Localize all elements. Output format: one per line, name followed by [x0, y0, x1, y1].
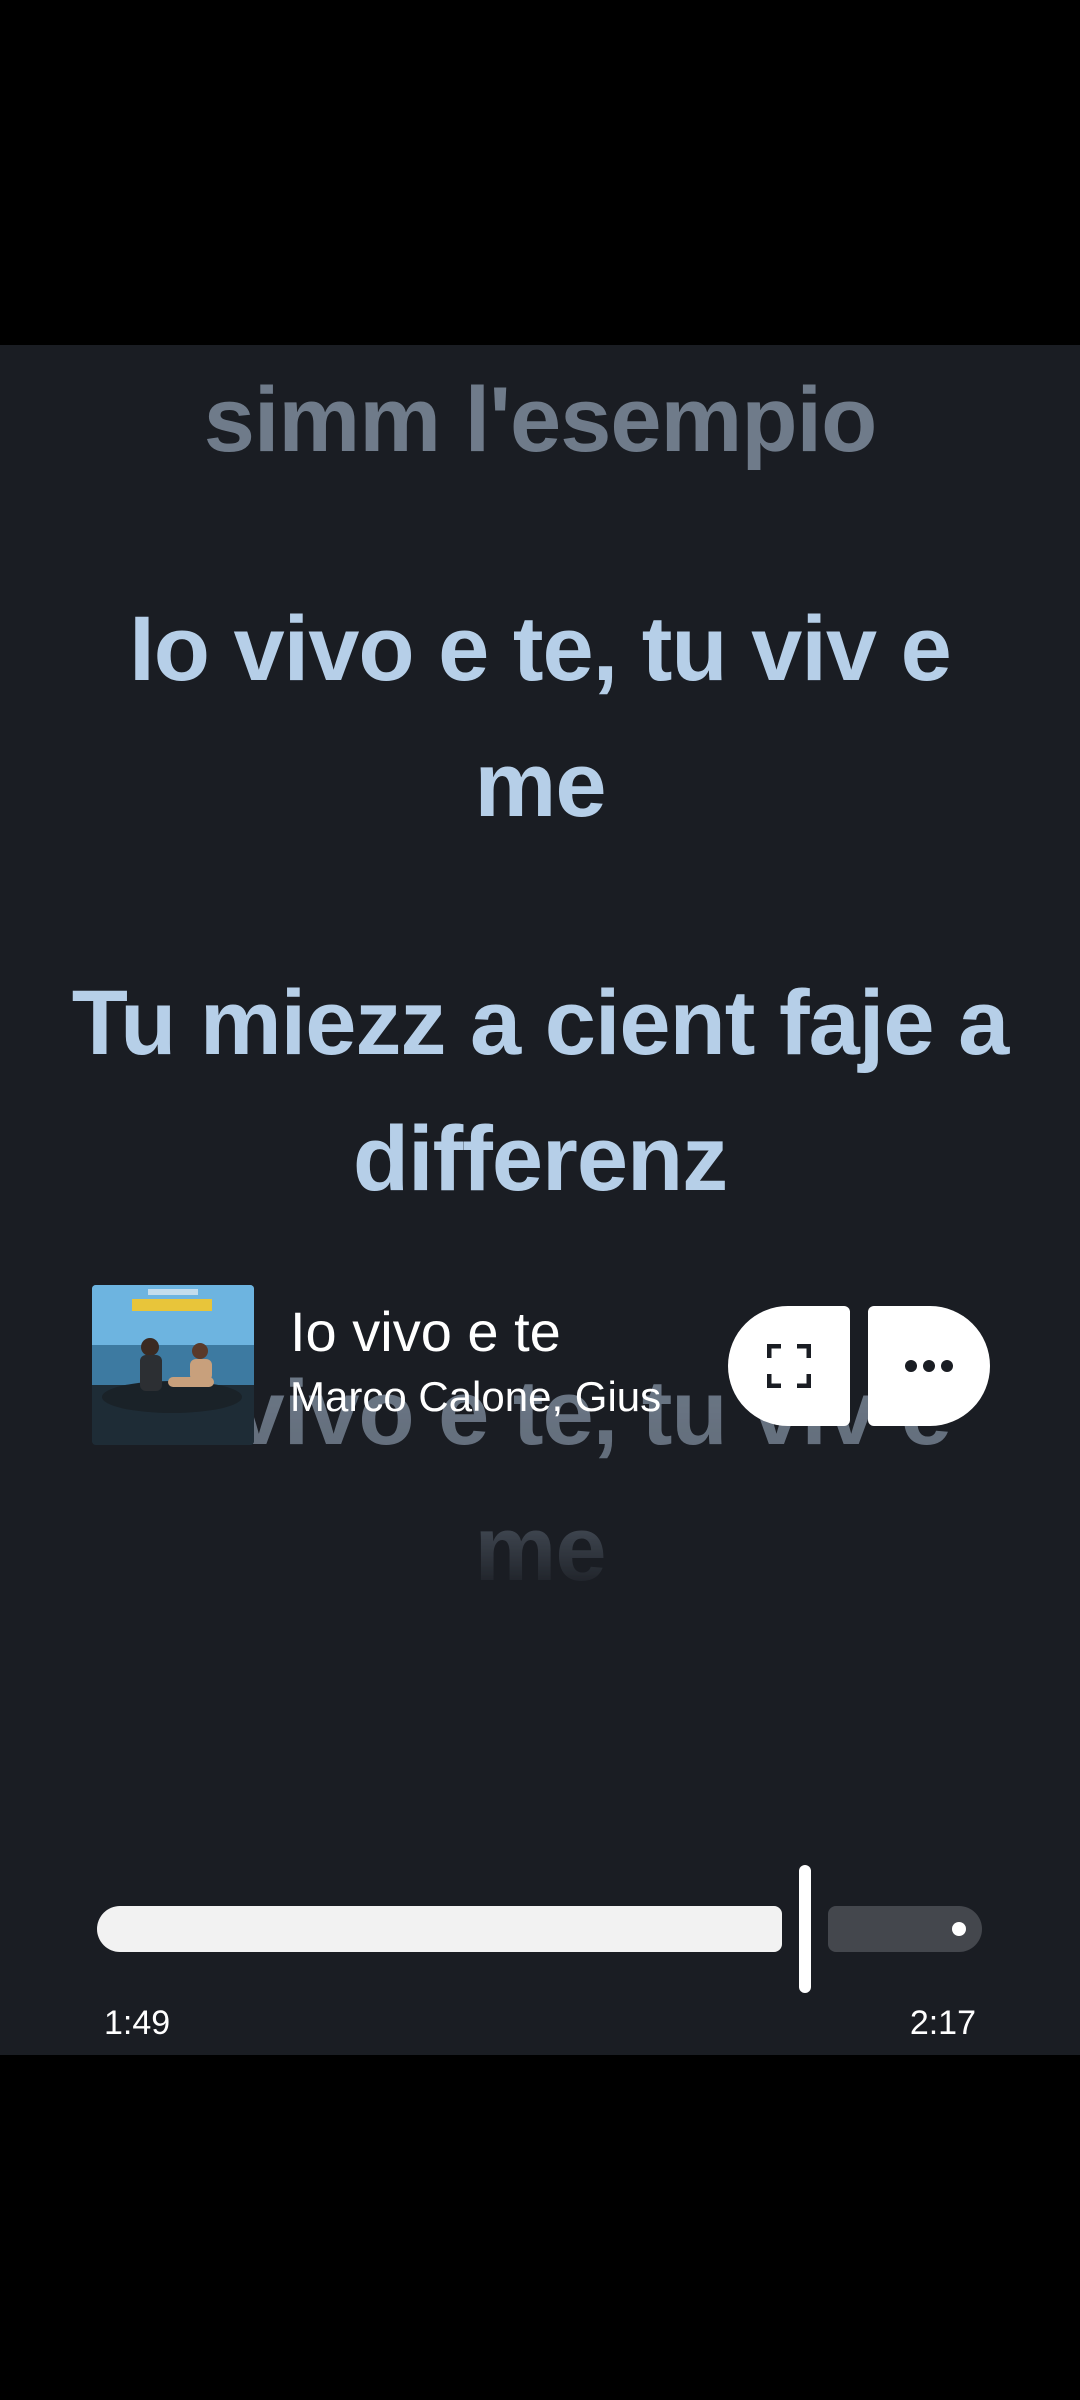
track-title[interactable]: Io vivo e te: [290, 1300, 710, 1364]
more-options-button[interactable]: [868, 1306, 990, 1426]
progress-end-marker: [952, 1922, 966, 1936]
fullscreen-button[interactable]: [728, 1306, 850, 1426]
lyric-line-previous[interactable]: simm l'esempio: [60, 352, 1020, 488]
lyric-line-current-1[interactable]: Io vivo e te, tu viv e me: [60, 581, 1020, 853]
track-artist[interactable]: Marco Calone, Gius: [290, 1372, 710, 1422]
album-cover-image: [92, 1285, 254, 1445]
progress-scrubber-thumb[interactable]: [799, 1865, 811, 1993]
album-art[interactable]: [92, 1285, 254, 1445]
elapsed-time: 1:49: [104, 2004, 171, 2042]
more-options-icon: [905, 1360, 953, 1372]
lyrics-panel: simm l'esempio Io vivo e te, tu viv e me…: [0, 345, 1080, 2055]
progress-bar-played[interactable]: [97, 1906, 782, 1952]
top-black-bar: [0, 0, 1080, 345]
total-duration: 2:17: [909, 2004, 976, 2042]
bottom-black-bar: [0, 2055, 1080, 2400]
fullscreen-icon: [767, 1344, 811, 1388]
lyric-line-current-2[interactable]: Tu miezz a cient faje a differenz: [60, 955, 1020, 1227]
